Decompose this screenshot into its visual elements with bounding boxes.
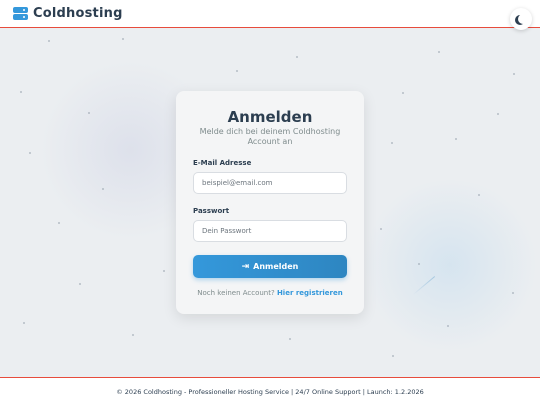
login-button-label: Anmelden <box>253 262 299 271</box>
server-icon <box>13 7 28 20</box>
footer: © 2026 Coldhosting - Professioneller Hos… <box>0 377 540 405</box>
moon-icon <box>518 14 528 24</box>
password-label: Passwort <box>193 207 230 215</box>
email-field[interactable] <box>193 172 347 194</box>
password-field[interactable] <box>193 220 347 242</box>
register-prompt: Noch keinen Account? <box>197 289 275 297</box>
footer-text: © 2026 Coldhosting - Professioneller Hos… <box>116 387 424 396</box>
register-link[interactable]: Hier registrieren <box>277 289 343 297</box>
top-bar: Coldhosting <box>0 0 540 30</box>
login-title: Anmelden <box>227 108 313 126</box>
register-prompt-line: Noch keinen Account? Hier registrieren <box>176 289 364 297</box>
brand-name[interactable]: Coldhosting <box>33 6 123 21</box>
email-label: E-Mail Adresse <box>193 159 252 167</box>
login-button[interactable]: ⇥ Anmelden <box>193 255 347 278</box>
sign-in-icon: ⇥ <box>241 261 250 272</box>
login-subtitle: Melde dich bei deinem Coldhosting Accoun… <box>199 127 341 146</box>
background-glow <box>360 180 540 350</box>
theme-toggle-button[interactable] <box>510 8 532 30</box>
